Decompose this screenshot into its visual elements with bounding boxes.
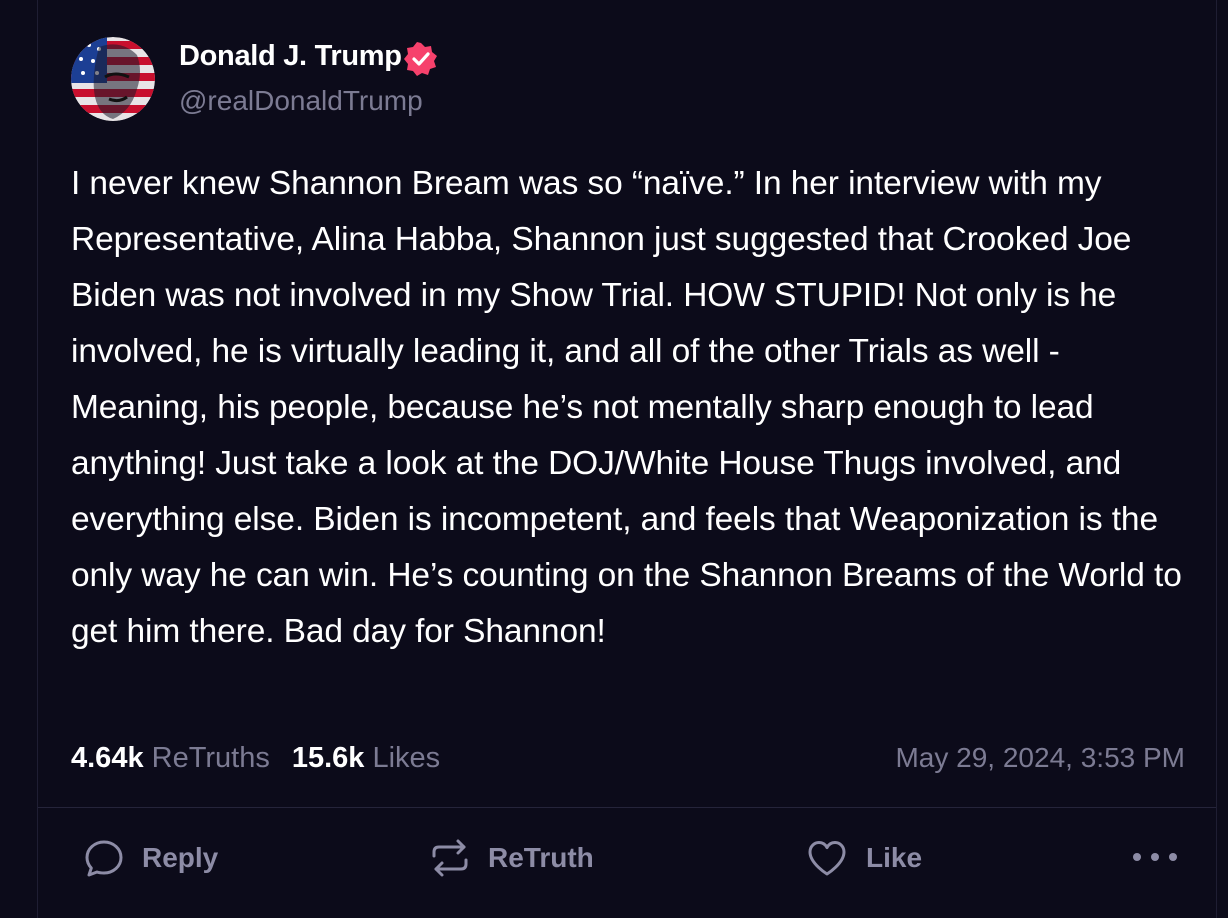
author-display-name[interactable]: Donald J. Trump (179, 40, 402, 73)
reply-button[interactable]: Reply (84, 836, 218, 880)
retruth-arrows-icon (432, 839, 468, 877)
retruth-label: ReTruth (488, 842, 594, 873)
likes-label: Likes (372, 742, 441, 774)
likes-count: 15.6k (291, 742, 365, 774)
heart-icon (808, 841, 846, 876)
like-label: Like (866, 842, 923, 873)
more-dot (1151, 853, 1159, 861)
reply-label: Reply (142, 842, 219, 873)
more-dot (1169, 853, 1177, 861)
post-body: I never knew Shannon Bream was so “naïve… (71, 165, 1182, 650)
retruth-button[interactable]: ReTruth (430, 836, 594, 880)
avatar[interactable] (71, 37, 155, 121)
likes-stat[interactable]: 15.6k Likes (292, 742, 440, 774)
retruths-count: 4.64k (71, 742, 144, 774)
more-dots-icon (1133, 853, 1141, 861)
post-stats: 4.64k ReTruths 15.6k Likes (71, 742, 440, 775)
like-button[interactable]: Like (806, 836, 922, 880)
retruths-label: ReTruths (151, 742, 270, 774)
divider (38, 807, 1216, 808)
reply-bubble-icon (85, 840, 123, 877)
author-handle[interactable]: @realDonaldTrump (179, 85, 423, 117)
verified-badge-icon (404, 42, 437, 76)
retruths-stat[interactable]: 4.64k ReTruths (71, 742, 270, 774)
post-timestamp[interactable]: May 29, 2024, 3:53 PM (895, 742, 1185, 774)
more-options-button[interactable] (1133, 846, 1177, 868)
